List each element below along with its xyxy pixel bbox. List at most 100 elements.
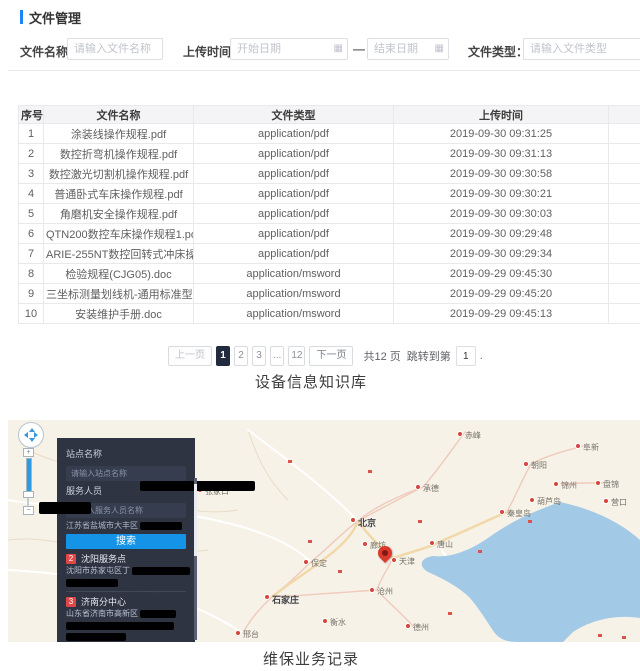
site-list-item[interactable]: 2沈阳服务点沈阳市苏家屯区丁 (66, 549, 186, 591)
page-button[interactable]: 2 (234, 346, 248, 366)
jump-to-label: 跳转到第 (407, 348, 451, 364)
filter-bar: 文件名称： 上传时间： ▦ — ▦ 文件类型： (0, 38, 640, 62)
page-buttons: 123...12 (216, 346, 309, 366)
map-city-label: 朝阳 (531, 460, 547, 471)
map-search-button[interactable]: 搜索 (66, 534, 186, 549)
pagination: 上一页 123...12 下一页 共12 页 跳转到第 . (168, 345, 483, 367)
table-cell (609, 164, 640, 184)
start-date-input[interactable] (230, 38, 348, 60)
table-row[interactable]: 4普通卧式车床操作规程.pdfapplication/pdf2019-09-30… (19, 184, 640, 204)
pan-up-icon[interactable] (29, 425, 35, 432)
redaction-bar (140, 522, 182, 530)
table-cell (609, 204, 640, 224)
table-cell: 三坐标测量划线机-通用标准型2014-安装维 (44, 284, 194, 304)
jump-page-input[interactable] (456, 346, 476, 366)
next-page-button[interactable]: 下一页 (309, 346, 353, 366)
site-address: 山东省济南市高新区 (66, 609, 186, 619)
map-city-label: 北京 (358, 516, 376, 529)
zoom-out-button[interactable]: − (23, 506, 34, 515)
table-row[interactable]: 2数控折弯机操作规程.pdfapplication/pdf2019-09-30 … (19, 144, 640, 164)
table-row[interactable]: 10安装维护手册.docapplication/msword2019-09-29… (19, 304, 640, 324)
table-row[interactable]: 5角磨机安全操作规程.pdfapplication/pdf2019-09-30 … (19, 204, 640, 224)
table-cell (609, 184, 640, 204)
file-type-label: 文件类型： (468, 43, 528, 60)
map-city-label: 葫芦岛 (537, 496, 561, 507)
page-button[interactable]: 1 (216, 346, 230, 366)
table-cell (609, 124, 640, 144)
column-header (609, 106, 640, 124)
map-search-panel: 站点名称 服务人员 江苏省盐城市大丰区 搜索 2沈阳服务点沈阳市苏家屯区丁3济南… (57, 438, 195, 642)
redaction-bar (66, 579, 118, 587)
redaction-bar (140, 610, 176, 618)
table-cell (609, 264, 640, 284)
page: 文件管理 文件名称： 上传时间： ▦ — ▦ 文件类型： 序号文件名称文件类型上… (0, 0, 640, 671)
page-button[interactable]: 3 (252, 346, 266, 366)
table-cell: 2 (19, 144, 44, 164)
zoom-control[interactable]: + − (22, 448, 36, 515)
calendar-icon[interactable]: ▦ (334, 43, 343, 55)
site-name-label: 站点名称 (66, 447, 186, 460)
page-button[interactable]: 12 (288, 346, 305, 366)
page-title: 文件管理 (29, 8, 81, 27)
file-type-input[interactable] (523, 38, 640, 60)
table-cell: 数控折弯机操作规程.pdf (44, 144, 194, 164)
start-date-wrap: ▦ (230, 38, 348, 60)
table-row[interactable]: 6QTN200数控车床操作规程1.pdfapplication/pdf2019-… (19, 224, 640, 244)
site-address: 沈阳市苏家屯区丁 (66, 566, 186, 576)
map-city-label: 石家庄 (272, 593, 299, 606)
map-canvas[interactable]: 北京天津廊坊唐山保定沧州石家庄承德张家口秦皇岛赤峰朝阳阜新锦州盘锦葫芦岛营口衡水… (8, 420, 640, 642)
pan-down-icon[interactable] (29, 438, 35, 445)
map-city-label: 保定 (311, 558, 327, 569)
zoom-slider-track[interactable] (26, 458, 32, 491)
site-title: 沈阳服务点 (81, 552, 126, 565)
redaction-bar (39, 502, 91, 514)
column-header: 上传时间 (394, 106, 609, 124)
prev-page-button[interactable]: 上一页 (168, 346, 212, 366)
map-city-label: 德州 (413, 622, 429, 633)
map-caption: 维保业务记录 (0, 648, 622, 669)
table-cell: application/pdf (194, 124, 394, 144)
site-title: 济南分中心 (81, 595, 126, 608)
table-cell: 数控激光切割机操作规程.pdf (44, 164, 194, 184)
map-city-label: 阜新 (583, 442, 599, 453)
redaction-bar (132, 567, 190, 575)
pan-control[interactable] (18, 422, 44, 448)
stray-address-text: 江苏省盐城市大丰区 (66, 521, 186, 531)
map-city-label: 天津 (399, 556, 415, 567)
map-city-label: 沧州 (377, 586, 393, 597)
calendar-icon[interactable]: ▦ (435, 43, 444, 55)
pan-right-icon[interactable] (34, 432, 41, 438)
zoom-in-button[interactable]: + (23, 448, 34, 457)
site-name-input[interactable] (66, 466, 186, 481)
table-row[interactable]: 1涂装线操作规程.pdfapplication/pdf2019-09-30 09… (19, 124, 640, 144)
column-header: 文件名称 (44, 106, 194, 124)
column-header: 文件类型 (194, 106, 394, 124)
table-row[interactable]: 9三坐标测量划线机-通用标准型2014-安装维application/mswor… (19, 284, 640, 304)
table-row[interactable]: 8检验规程(CJG05).docapplication/msword2019-0… (19, 264, 640, 284)
map-city-label: 盘锦 (603, 479, 619, 490)
table-cell: 2019-09-30 09:30:21 (394, 184, 609, 204)
table-cell: 普通卧式车床操作规程.pdf (44, 184, 194, 204)
table-row[interactable]: 3数控激光切割机操作规程.pdfapplication/pdf2019-09-3… (19, 164, 640, 184)
jump-suffix: . (480, 350, 483, 362)
table-cell: 检验规程(CJG05).doc (44, 264, 194, 284)
panel-scrollbar[interactable] (194, 478, 197, 640)
table-cell: application/msword (194, 284, 394, 304)
table-row[interactable]: 7ARIE-255NT数控回转式冲床操作规程.pdfapplication/pd… (19, 244, 640, 264)
site-list-item[interactable]: 3济南分中心山东省济南市高新区 (66, 591, 186, 642)
table-cell: ARIE-255NT数控回转式冲床操作规程.pdf (44, 244, 194, 264)
zoom-slider-handle[interactable] (23, 491, 34, 498)
map-city-label: 锦州 (561, 480, 577, 491)
file-name-input[interactable] (67, 38, 163, 60)
map-city-label: 邢台 (243, 629, 259, 640)
table-cell: application/pdf (194, 164, 394, 184)
column-header: 序号 (19, 106, 44, 124)
file-table-body: 1涂装线操作规程.pdfapplication/pdf2019-09-30 09… (19, 124, 640, 324)
page-button[interactable]: ... (270, 346, 284, 366)
table-cell: 6 (19, 224, 44, 244)
scrollbar-thumb[interactable] (194, 484, 197, 556)
table-cell: 7 (19, 244, 44, 264)
redaction-bar (66, 622, 174, 630)
pan-left-icon[interactable] (21, 432, 28, 438)
table-cell: 8 (19, 264, 44, 284)
